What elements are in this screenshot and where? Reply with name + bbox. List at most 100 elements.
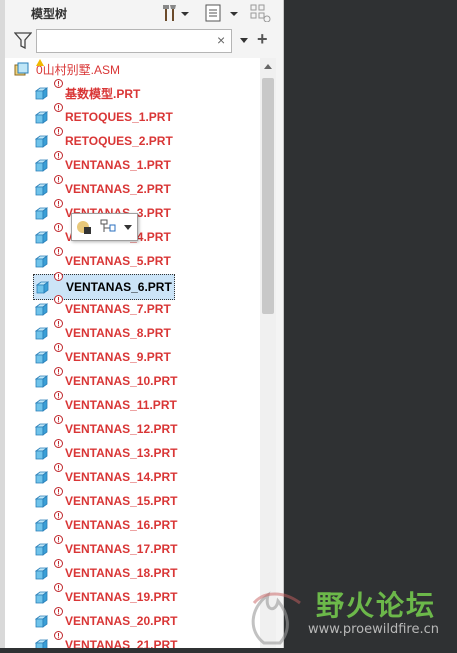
- warning-icon: [54, 583, 63, 592]
- filter-bar: × +: [5, 27, 283, 57]
- search-input[interactable]: [36, 29, 232, 53]
- tree-item-label: VENTANAS_11.PRT: [65, 398, 177, 412]
- tree-item-label: VENTANAS_8.PRT: [65, 326, 171, 340]
- part-cube-icon: [35, 374, 48, 388]
- warning-icon: [54, 103, 63, 112]
- warning-icon: [54, 535, 63, 544]
- tree-root-assembly[interactable]: 0山村别墅.ASM: [14, 58, 120, 80]
- part-cube-icon: [35, 230, 48, 244]
- warning-icon: [54, 151, 63, 160]
- part-cube-icon: [35, 422, 48, 436]
- tree-item[interactable]: VENTANAS_18.PRT: [35, 559, 178, 584]
- warning-icon: [54, 607, 63, 616]
- tree-item[interactable]: VENTANAS_15.PRT: [35, 487, 178, 512]
- part-cube-icon: [35, 350, 48, 364]
- tree-item[interactable]: VENTANAS_1.PRT: [35, 151, 171, 176]
- tree-item-label: VENTANAS_2.PRT: [65, 182, 171, 196]
- edit-definition-icon[interactable]: [100, 219, 116, 235]
- assembly-icon: [14, 62, 29, 76]
- warning-icon: [54, 343, 63, 352]
- model-tree: 0山村别墅.ASM 基数模型.PRT RETOQUES_1.PRT RETOQUES_…: [5, 58, 260, 648]
- model-tree-panel: 模型树 × + 0山村别墅.ASM 基数模型.PRT RETOQUES_1.PRT R…: [0, 0, 284, 648]
- tree-item-label: VENTANAS_12.PRT: [65, 422, 178, 436]
- part-cube-icon: [35, 182, 48, 196]
- tree-item[interactable]: VENTANAS_12.PRT: [35, 415, 178, 440]
- tree-item[interactable]: VENTANAS_5.PRT: [35, 247, 171, 272]
- tree-item-label: VENTANAS_18.PRT: [65, 566, 178, 580]
- tree-item-label: VENTANAS_6.PRT: [66, 280, 172, 294]
- warning-icon: [54, 127, 63, 136]
- tree-item[interactable]: VENTANAS_8.PRT: [35, 319, 171, 344]
- vertical-scrollbar[interactable]: [260, 58, 276, 648]
- warning-icon: [54, 272, 63, 281]
- part-cube-icon: [35, 302, 48, 316]
- tree-item[interactable]: VENTANAS_7.PRT: [35, 295, 171, 320]
- tree-item-label: VENTANAS_5.PRT: [65, 254, 171, 268]
- tree-item-label: VENTANAS_1.PRT: [65, 158, 171, 172]
- add-filter-button[interactable]: +: [257, 30, 268, 48]
- warning-icon: [54, 391, 63, 400]
- asm-warning-icon: [36, 59, 44, 66]
- warning-icon: [54, 367, 63, 376]
- warning-icon: [54, 511, 63, 520]
- tree-item[interactable]: 基数模型.PRT: [35, 79, 141, 104]
- mini-toolbar-popup: [71, 213, 138, 241]
- tree-item[interactable]: VENTANAS_10.PRT: [35, 367, 178, 392]
- warning-icon: [54, 559, 63, 568]
- tree-item-label: VENTANAS_16.PRT: [65, 518, 178, 532]
- part-cube-icon: [35, 86, 48, 100]
- part-cube-icon: [35, 398, 48, 412]
- warning-icon: [54, 199, 63, 208]
- warning-icon: [54, 79, 63, 88]
- tree-item[interactable]: VENTANAS_19.PRT: [35, 583, 177, 608]
- clear-search-button[interactable]: ×: [217, 33, 225, 47]
- scrollbar-thumb[interactable]: [262, 78, 274, 314]
- tree-item[interactable]: VENTANAS_21.PRT: [35, 631, 177, 648]
- chevron-down-icon[interactable]: [240, 38, 248, 43]
- tree-item[interactable]: VENTANAS_20.PRT: [35, 607, 177, 632]
- show-tree-options-icon[interactable]: [205, 4, 241, 22]
- part-cube-icon: [35, 206, 48, 220]
- warning-icon: [54, 223, 63, 232]
- tree-item[interactable]: VENTANAS_13.PRT: [35, 439, 178, 464]
- watermark-url: www.proewildfire.cn: [308, 622, 439, 637]
- part-cube-icon: [35, 158, 48, 172]
- warning-icon: [54, 631, 63, 640]
- tree-item[interactable]: VENTANAS_11.PRT: [35, 391, 177, 416]
- tree-item[interactable]: VENTANAS_2.PRT: [35, 175, 171, 200]
- scroll-up-arrow[interactable]: [264, 64, 272, 69]
- panel-header: 模型树: [5, 0, 283, 27]
- filter-icon[interactable]: [14, 32, 32, 49]
- part-cube-icon: [35, 254, 48, 268]
- chevron-down-icon[interactable]: [124, 225, 132, 230]
- settings-tools-icon[interactable]: [162, 4, 190, 22]
- tree-item[interactable]: VENTANAS_14.PRT: [35, 463, 177, 488]
- tree-item-label: VENTANAS_15.PRT: [65, 494, 178, 508]
- part-cube-icon: [35, 614, 48, 628]
- tree-item[interactable]: VENTANAS_17.PRT: [35, 535, 178, 560]
- tree-item-label: 基数模型.PRT: [65, 86, 141, 101]
- warning-icon: [54, 487, 63, 496]
- tree-item-label: VENTANAS_10.PRT: [65, 374, 178, 388]
- appearance-icon[interactable]: [76, 219, 92, 235]
- part-cube-icon: [35, 590, 48, 604]
- tree-item-label: VENTANAS_13.PRT: [65, 446, 178, 460]
- warning-icon: [54, 463, 63, 472]
- part-cube-icon: [35, 470, 48, 484]
- tree-item[interactable]: RETOQUES_2.PRT: [35, 127, 173, 152]
- warning-icon: [54, 439, 63, 448]
- tree-item[interactable]: RETOQUES_1.PRT: [35, 103, 173, 128]
- part-cube-icon: [35, 110, 48, 124]
- tree-item[interactable]: VENTANAS_16.PRT: [35, 511, 178, 536]
- part-cube-icon: [35, 638, 48, 648]
- part-cube-icon: [35, 542, 48, 556]
- tree-item[interactable]: VENTANAS_9.PRT: [35, 343, 171, 368]
- tree-item-label: RETOQUES_1.PRT: [65, 110, 173, 124]
- warning-icon: [54, 319, 63, 328]
- tree-item-label: VENTANAS_17.PRT: [65, 542, 178, 556]
- part-cube-icon: [35, 518, 48, 532]
- part-cube-icon: [35, 134, 48, 148]
- tree-item-label: VENTANAS_7.PRT: [65, 302, 171, 316]
- watermark-flame-icon: [251, 591, 301, 645]
- tree-columns-icon[interactable]: [250, 4, 272, 22]
